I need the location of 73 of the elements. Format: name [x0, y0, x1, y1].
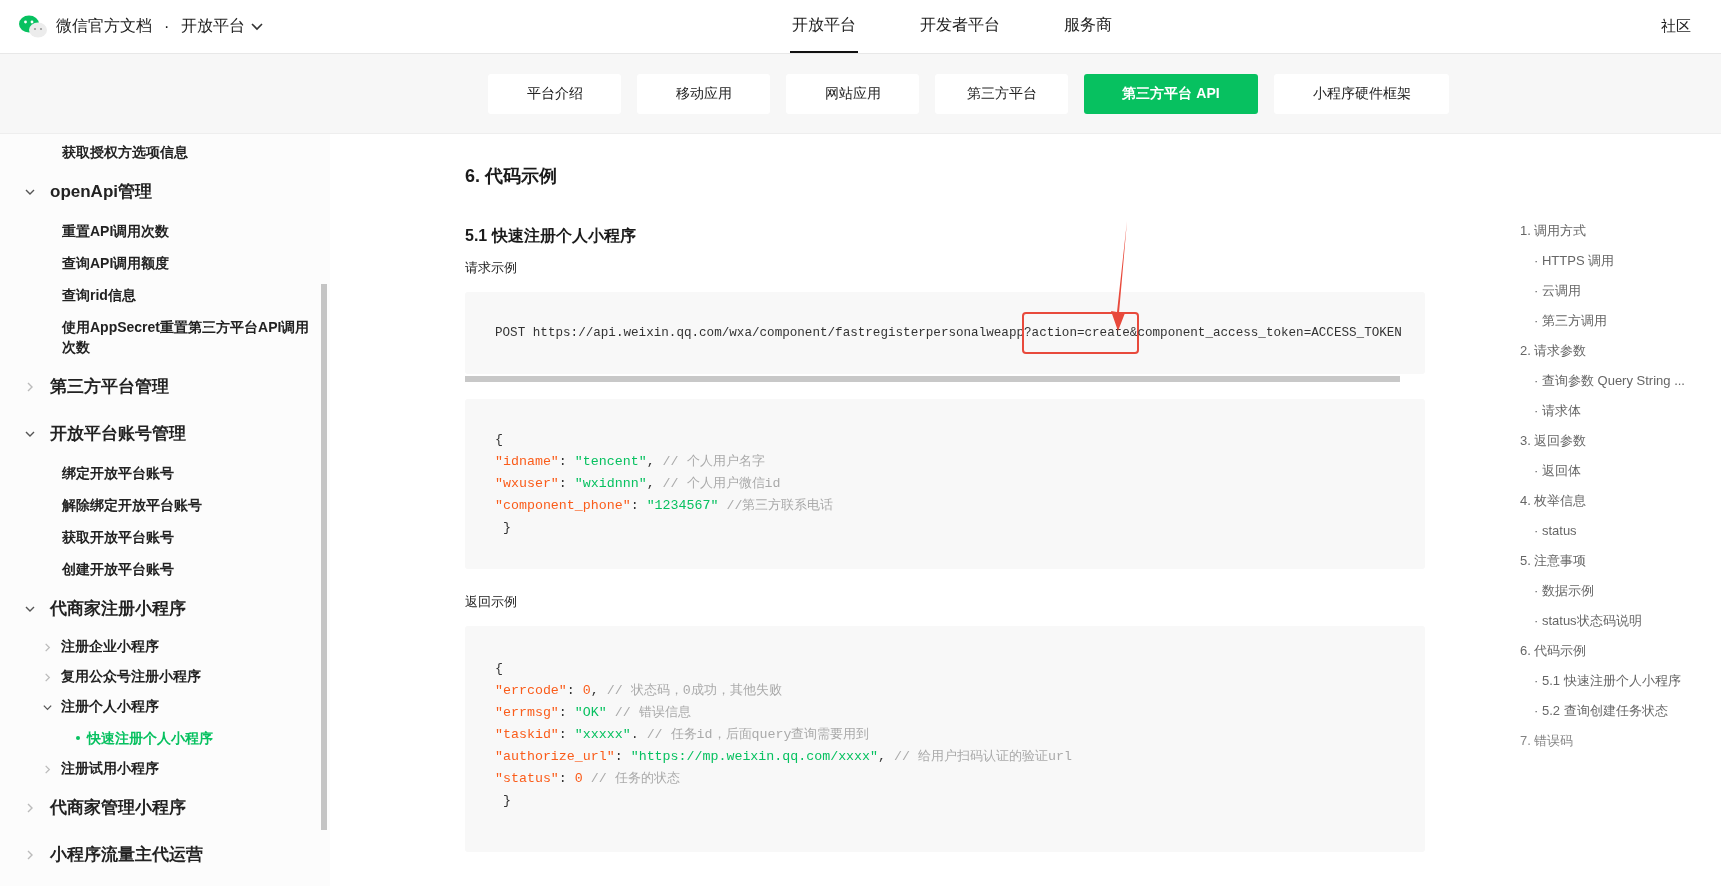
toc-link[interactable]: 2. 请求参数 — [1520, 336, 1587, 366]
sidebar-item[interactable]: 查询rid信息 — [24, 279, 312, 311]
sidebar-item[interactable]: 获取授权方选项信息 — [24, 136, 312, 168]
toc-link[interactable]: 1. 调用方式 — [1520, 216, 1587, 246]
toc-link[interactable]: · 5.2 查询创建任务状态 — [1520, 696, 1668, 726]
toc-link[interactable]: 4. 枚举信息 — [1520, 486, 1587, 516]
chevron-right-icon — [42, 763, 53, 775]
toc-link[interactable]: 7. 错误码 — [1520, 726, 1574, 756]
request-label: 请求示例 — [465, 259, 518, 277]
sidebar-group[interactable]: 开放平台账号管理 — [24, 410, 330, 457]
horizontal-scrollbar[interactable] — [465, 376, 1400, 382]
sidebar-item[interactable]: 创建开放平台账号 — [24, 553, 312, 585]
sidebar-item[interactable]: 注册个人小程序 — [24, 692, 330, 722]
sidebar-item[interactable]: 使用AppSecret重置第三方平台API调用次数 — [24, 311, 312, 363]
chevron-right-icon — [42, 641, 53, 653]
code-line: "wxuser": "wxidnnn", // 个人用户微信id — [495, 475, 781, 493]
sidebar-item[interactable]: 重置API调用次数 — [24, 215, 312, 247]
code-line: "authorize_url": "https://mp.weixin.qq.com/xxxx", // 给用户扫码认证的验证url — [495, 748, 1072, 766]
subsection-heading: 5.1 快速注册个人小程序 — [465, 226, 637, 246]
toc-link[interactable]: · 5.1 快速注册个人小程序 — [1520, 666, 1681, 696]
toc-link[interactable]: · 数据示例 — [1520, 576, 1594, 606]
sidebar-group[interactable]: 第三方平台管理 — [24, 363, 330, 410]
chevron-right-icon — [42, 671, 53, 683]
section-dropdown[interactable]: 开放平台 — [181, 16, 264, 37]
community-link[interactable]: 社区 — [1661, 17, 1691, 36]
toc-link[interactable]: · 查询参数 Query String ... — [1520, 366, 1685, 396]
scrollbar[interactable] — [321, 284, 327, 830]
sidebar-item[interactable]: 获取开放平台账号 — [24, 521, 312, 553]
toc-link[interactable]: 6. 代码示例 — [1520, 636, 1587, 666]
sidebar-group[interactable]: 代商家注册小程序 — [24, 585, 330, 632]
sidebar-group[interactable]: 代商家管理小程序 — [24, 784, 330, 831]
code-line: "idname": "tencent", // 个人用户名字 — [495, 453, 765, 471]
sub-tab[interactable]: 小程序硬件框架 — [1274, 73, 1449, 114]
toc-link[interactable]: · HTTPS 调用 — [1520, 246, 1615, 276]
sidebar-group[interactable]: openApi管理 — [24, 168, 330, 215]
nav-tab[interactable]: 开发者平台 — [918, 0, 1002, 53]
chevron-down-icon — [251, 22, 264, 31]
toc-link[interactable]: · 请求体 — [1520, 396, 1581, 426]
wechat-logo-icon — [18, 13, 48, 40]
toc-link[interactable]: · status — [1520, 516, 1577, 546]
sub-tab[interactable]: 平台介绍 — [488, 73, 621, 114]
sidebar-item[interactable]: 注册企业小程序 — [24, 632, 330, 662]
response-label: 返回示例 — [465, 593, 518, 611]
site-title[interactable]: 微信官方文档 — [56, 16, 152, 37]
code-line: "component_phone": "1234567" //第三方联系电话 — [495, 497, 834, 515]
sidebar-group[interactable]: 小程序流量主代运营 — [24, 831, 330, 878]
sidebar-item[interactable]: 复用公众号注册小程序 — [24, 662, 330, 692]
code-line: "taskid": "xxxxx". // 任务id，后面query查询需要用到 — [495, 726, 870, 744]
toc-link[interactable]: 3. 返回参数 — [1520, 426, 1587, 456]
sub-tab[interactable]: 网站应用 — [786, 73, 919, 114]
code-line: "errmsg": "OK" // 错误信息 — [495, 704, 691, 722]
bullet-icon — [76, 736, 80, 740]
code-line: "status": 0 // 任务的状态 — [495, 770, 680, 788]
sidebar-item[interactable]: 绑定开放平台账号 — [24, 457, 312, 489]
toc-link[interactable]: · 第三方调用 — [1520, 306, 1607, 336]
separator-dot: · — [164, 17, 170, 36]
nav-tab[interactable]: 服务商 — [1062, 0, 1114, 53]
sub-tab[interactable]: 第三方平台 — [935, 73, 1068, 114]
sub-tab[interactable]: 移动应用 — [637, 73, 770, 114]
sidebar-item[interactable]: 解除绑定开放平台账号 — [24, 489, 312, 521]
section-heading: 6. 代码示例 — [465, 165, 558, 188]
code-line: { — [495, 431, 503, 449]
code-line: } — [501, 519, 511, 537]
code-line: } — [501, 792, 511, 810]
toc-link[interactable]: 5. 注意事项 — [1520, 546, 1587, 576]
sidebar-item[interactable]: 查询API调用额度 — [24, 247, 312, 279]
code-line: { — [495, 660, 503, 678]
toc-link[interactable]: · status状态码说明 — [1520, 606, 1642, 636]
code-text: ?action=create& — [1024, 314, 1138, 352]
toc-link[interactable]: · 返回体 — [1520, 456, 1581, 486]
toc-link[interactable]: · 云调用 — [1520, 276, 1581, 306]
sidebar-item[interactable]: 注册试用小程序 — [24, 754, 330, 784]
code-line: "errcode": 0, // 状态码，0成功，其他失败 — [495, 682, 782, 700]
